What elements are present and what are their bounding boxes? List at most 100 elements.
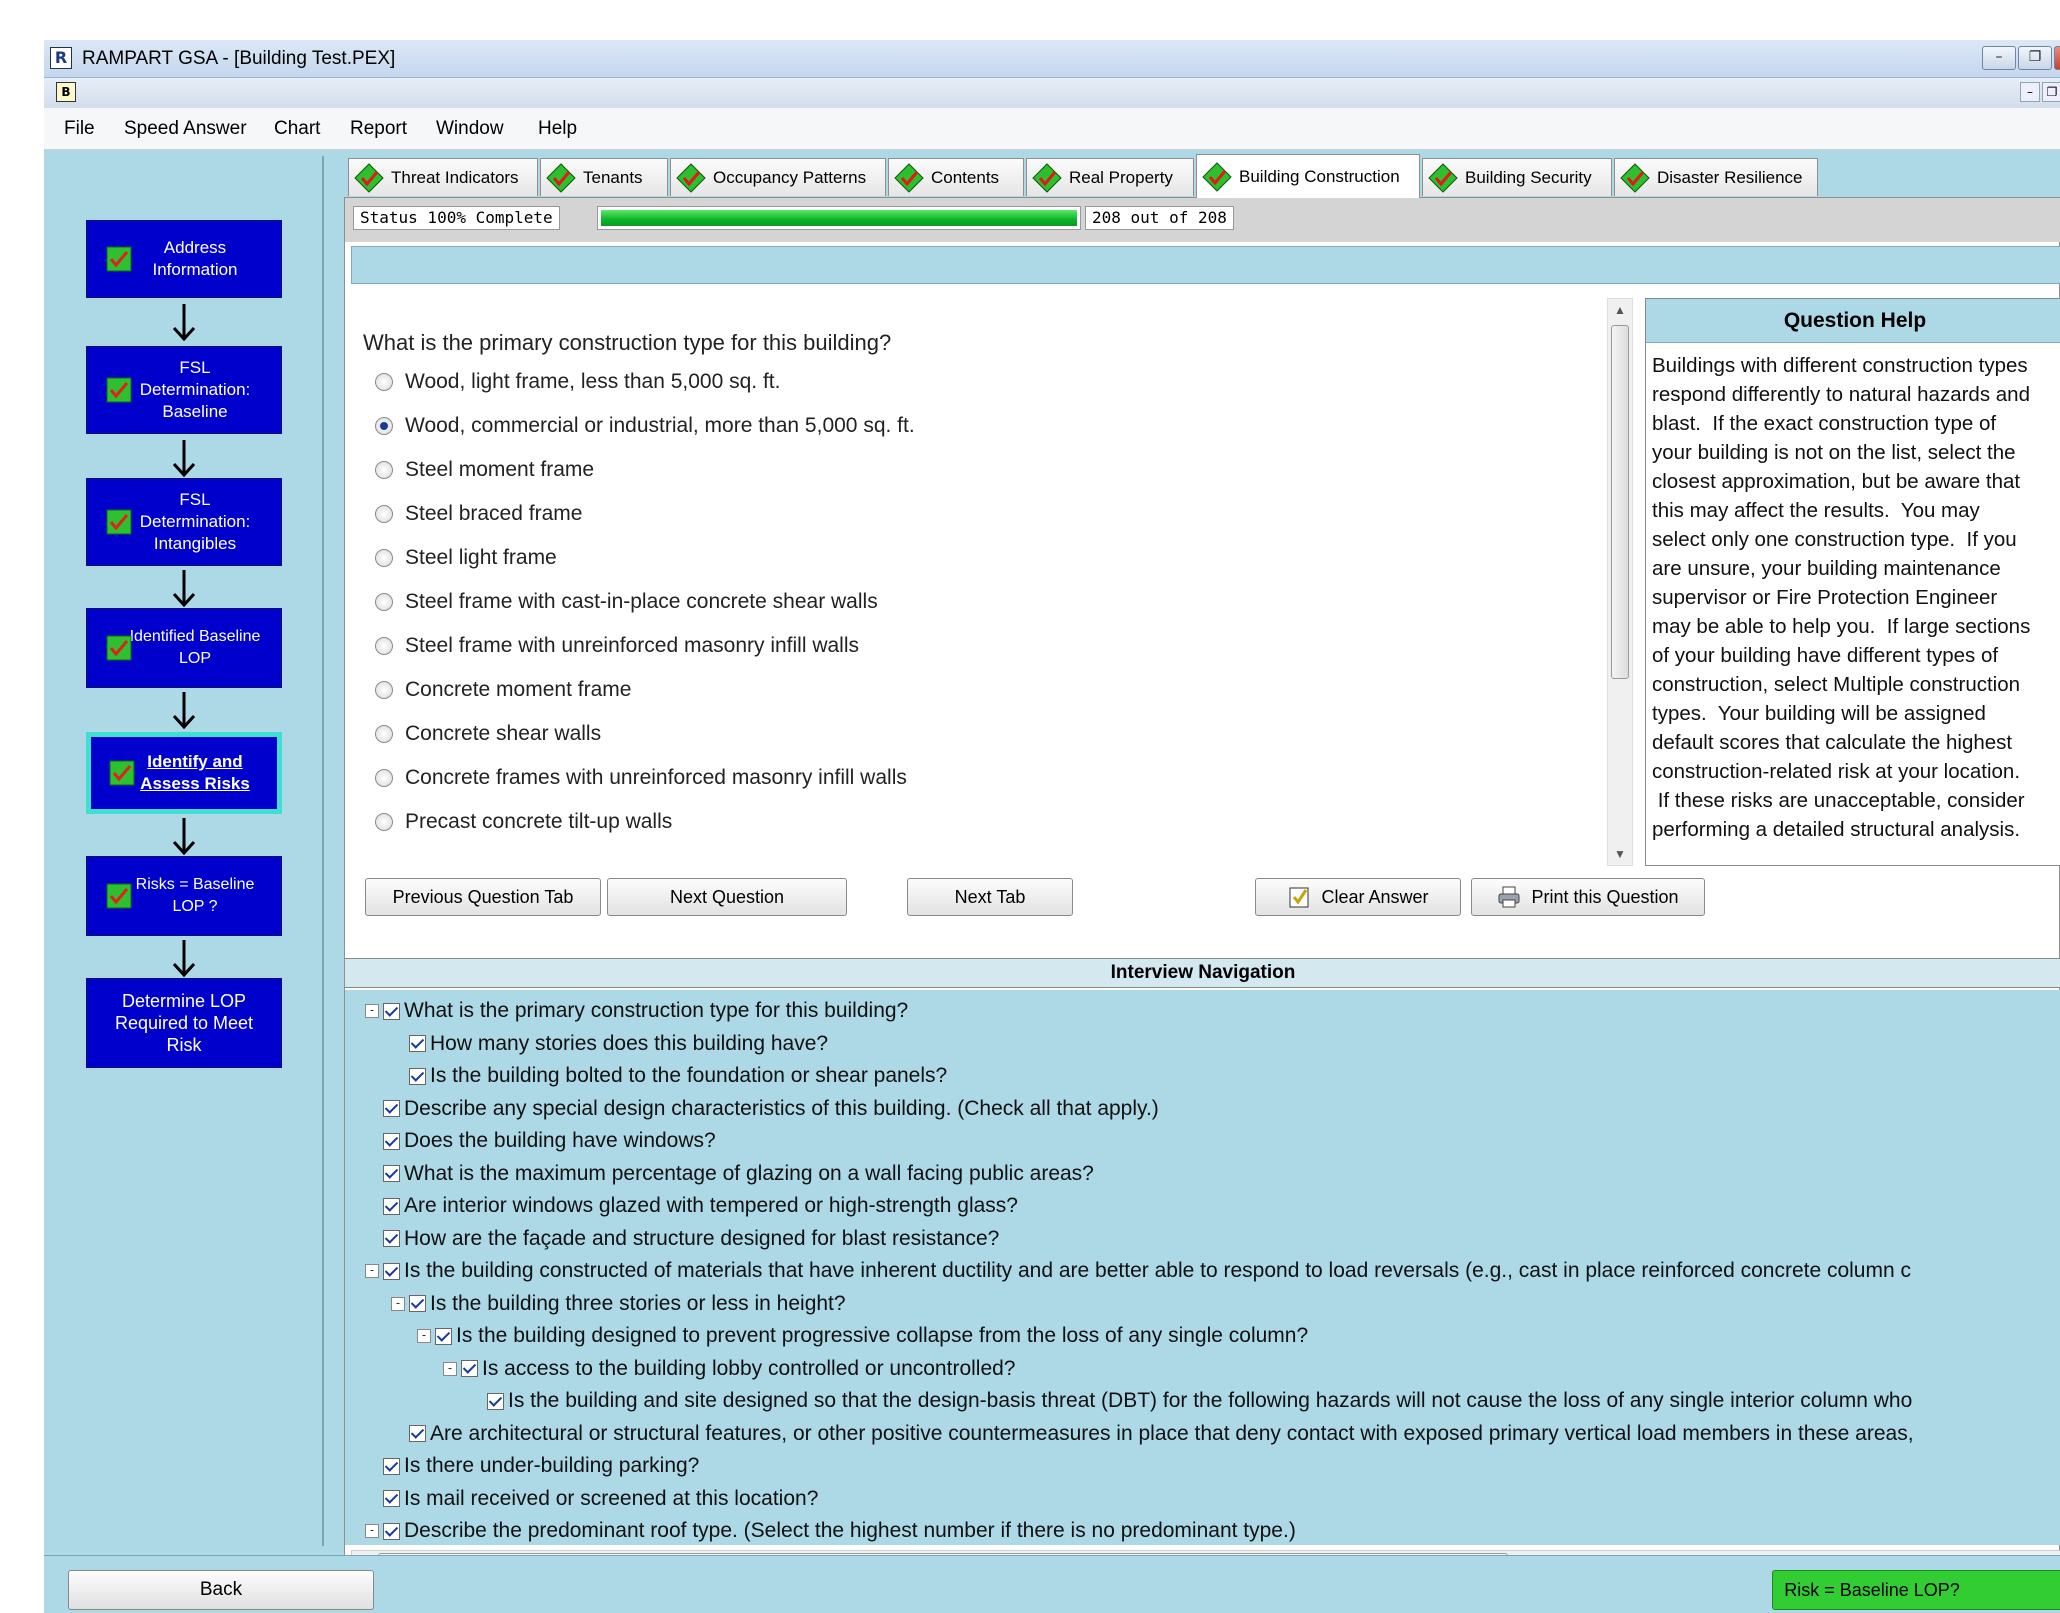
tree-item[interactable]: Is there under-building parking? — [365, 1451, 699, 1481]
tree-item[interactable]: Does the building have windows? — [365, 1126, 716, 1156]
checkbox-checked-icon[interactable] — [383, 1165, 400, 1182]
tab-disaster-resilience[interactable]: Disaster Resilience — [1614, 158, 1818, 196]
scroll-up-icon[interactable]: ▲ — [1608, 299, 1632, 321]
step-determine-lop[interactable]: Determine LOP Required to Meet Risk — [86, 978, 282, 1068]
menu-window[interactable]: Window — [436, 118, 504, 140]
answer-option[interactable]: Steel braced frame — [375, 502, 582, 526]
answer-option[interactable]: Steel moment frame — [375, 458, 594, 482]
checkbox-checked-icon[interactable] — [409, 1425, 426, 1442]
tree-item[interactable]: - Is access to the building lobby control… — [443, 1354, 1016, 1384]
checkbox-checked-icon[interactable] — [461, 1360, 478, 1377]
tab-contents[interactable]: Contents — [888, 158, 1024, 196]
answer-option[interactable]: Concrete moment frame — [375, 678, 631, 702]
tab-occupancy-patterns[interactable]: Occupancy Patterns — [670, 158, 886, 196]
tree-item[interactable]: - Describe the predominant roof type. (Se… — [365, 1516, 1296, 1545]
answer-option[interactable]: Steel frame with cast-in-place concrete … — [375, 590, 878, 614]
tab-building-construction[interactable]: Building Construction — [1196, 154, 1420, 198]
answer-option[interactable]: Precast concrete tilt-up walls — [375, 810, 672, 834]
collapse-icon[interactable]: - — [365, 1264, 379, 1278]
checkbox-checked-icon[interactable] — [383, 1197, 400, 1215]
previous-question-tab-button[interactable]: Previous Question Tab — [365, 878, 601, 916]
checkbox-checked-icon[interactable] — [435, 1327, 452, 1345]
collapse-icon[interactable]: - — [443, 1361, 457, 1376]
tree-item[interactable]: - Is the building three stories or less i… — [391, 1289, 846, 1319]
tab-real-property[interactable]: Real Property — [1026, 158, 1194, 196]
back-button[interactable]: Back — [68, 1570, 374, 1610]
tree-item[interactable]: - Is the building designed to prevent pro… — [417, 1321, 1308, 1351]
answer-option[interactable]: Wood, light frame, less than 5,000 sq. f… — [375, 370, 780, 394]
scroll-down-icon[interactable]: ▼ — [1608, 843, 1632, 865]
tab-building-security[interactable]: Building Security — [1422, 158, 1612, 196]
next-tab-button[interactable]: Next Tab — [907, 878, 1073, 916]
tree-item[interactable]: Is the building bolted to the foundation… — [391, 1061, 947, 1091]
radio-button[interactable] — [375, 461, 393, 479]
checkbox-checked-icon[interactable] — [383, 1132, 400, 1150]
radio-button[interactable] — [375, 593, 393, 611]
tree-item[interactable]: What is the maximum percentage of glazin… — [365, 1159, 1094, 1189]
next-question-button[interactable]: Next Question — [607, 878, 847, 916]
menu-file[interactable]: File — [64, 118, 95, 140]
menu-report[interactable]: Report — [350, 118, 407, 140]
mdi-minimize-button[interactable]: – — [2020, 82, 2040, 102]
checkbox-checked-icon[interactable] — [383, 1100, 400, 1117]
restore-button[interactable]: ❐ — [2018, 46, 2052, 70]
answer-option[interactable]: Steel frame with unreinforced masonry in… — [375, 634, 859, 658]
tab-threat-indicators[interactable]: Threat Indicators — [348, 158, 538, 196]
radio-button[interactable] — [375, 769, 393, 787]
checkbox-checked-icon[interactable] — [383, 1457, 400, 1475]
question-scrollbar[interactable]: ▲ ▼ — [1607, 298, 1633, 866]
tree-item[interactable]: Are interior windows glazed with tempere… — [365, 1191, 1018, 1221]
tree-item[interactable]: Are architectural or structural features… — [391, 1419, 1914, 1449]
collapse-icon[interactable]: - — [417, 1329, 431, 1343]
checkbox-checked-icon[interactable] — [409, 1067, 426, 1085]
collapse-icon[interactable]: - — [365, 1524, 379, 1538]
collapse-icon[interactable]: - — [391, 1296, 405, 1311]
radio-button[interactable] — [375, 681, 393, 699]
step-identify-assess-risks[interactable]: Identify and Assess Risks — [86, 732, 282, 814]
answer-option[interactable]: Wood, commercial or industrial, more tha… — [375, 414, 915, 438]
tree-item[interactable]: Describe any special design characterist… — [365, 1094, 1159, 1124]
scroll-thumb[interactable] — [1611, 325, 1629, 679]
radio-button[interactable] — [375, 725, 393, 743]
answer-option[interactable]: Concrete frames with unreinforced masonr… — [375, 766, 907, 790]
clear-answer-button[interactable]: Clear Answer — [1255, 878, 1461, 916]
checkbox-checked-icon[interactable] — [383, 1262, 400, 1280]
checkbox-checked-icon[interactable] — [383, 1002, 400, 1020]
answer-option[interactable]: Concrete shear walls — [375, 722, 601, 746]
radio-button[interactable] — [375, 505, 393, 523]
print-question-button[interactable]: Print this Question — [1471, 878, 1705, 916]
menu-chart[interactable]: Chart — [274, 118, 320, 140]
mdi-restore-button[interactable]: ❐ — [2042, 82, 2060, 102]
tree-item[interactable]: Is the building and site designed so tha… — [469, 1386, 1912, 1416]
checkbox-checked-icon[interactable] — [409, 1295, 426, 1312]
menu-help[interactable]: Help — [538, 118, 577, 140]
step-identified-baseline-lop[interactable]: Identified Baseline LOP — [86, 608, 282, 688]
checkbox-checked-icon[interactable] — [487, 1392, 504, 1410]
tree-item[interactable]: - Is the building constructed of material… — [365, 1256, 1911, 1286]
tree-item-label: How many stories does this building have… — [430, 1031, 829, 1055]
menu-speed-answer[interactable]: Speed Answer — [124, 118, 247, 140]
tree-item[interactable]: How are the façade and structure designe… — [365, 1224, 999, 1254]
radio-button[interactable] — [375, 813, 393, 831]
collapse-icon[interactable]: - — [365, 1004, 379, 1018]
radio-button[interactable] — [375, 637, 393, 655]
close-button[interactable]: ✕ — [2054, 46, 2060, 70]
tab-tenants[interactable]: Tenants — [540, 158, 668, 196]
answer-option[interactable]: Steel light frame — [375, 546, 557, 570]
step-fsl-baseline[interactable]: FSL Determination: Baseline — [86, 346, 282, 434]
step-address-information[interactable]: Address Information — [86, 220, 282, 298]
step-risks-baseline-lop[interactable]: Risks = Baseline LOP ? — [86, 856, 282, 936]
checkbox-checked-icon[interactable] — [383, 1522, 400, 1540]
checkbox-checked-icon[interactable] — [383, 1490, 400, 1507]
step-fsl-intangibles[interactable]: FSL Determination: Intangibles — [86, 478, 282, 566]
minimize-button[interactable]: – — [1982, 46, 2016, 70]
tree-item[interactable]: Is mail received or screened at this loc… — [365, 1484, 818, 1514]
radio-button[interactable] — [375, 417, 393, 435]
checkbox-checked-icon[interactable] — [383, 1230, 400, 1247]
checkbox-checked-icon[interactable] — [409, 1035, 426, 1052]
risk-baseline-lop-button[interactable]: Risk = Baseline LOP? — [1772, 1570, 2060, 1610]
radio-button[interactable] — [375, 373, 393, 391]
tree-item[interactable]: - What is the primary construction type f… — [365, 996, 908, 1026]
radio-button[interactable] — [375, 549, 393, 567]
tree-item[interactable]: How many stories does this building have… — [391, 1029, 828, 1059]
